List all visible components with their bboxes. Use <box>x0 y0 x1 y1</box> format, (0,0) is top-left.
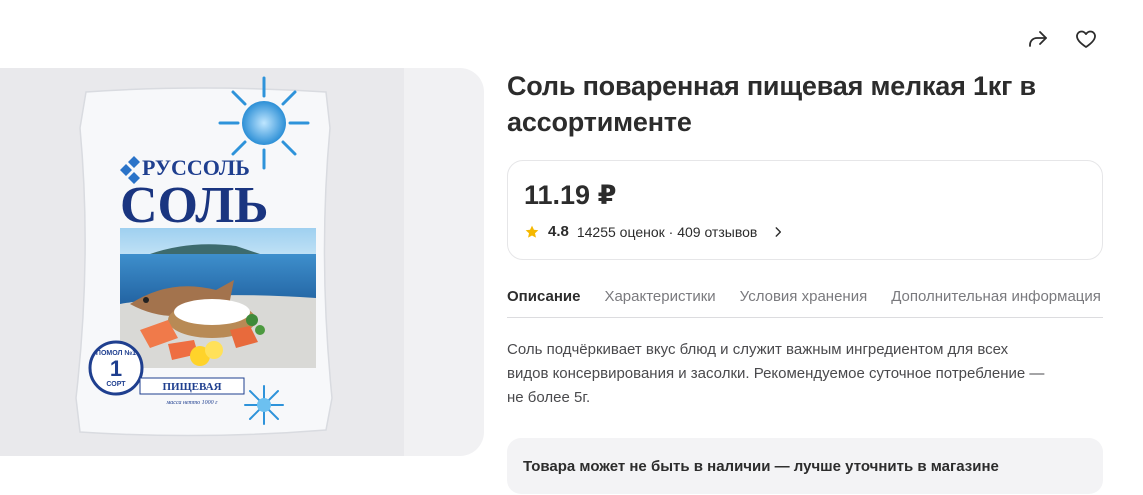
chevron-right-icon[interactable] <box>771 225 785 239</box>
description-line: видов консервирования и засолки. Рекомен… <box>507 365 1045 382</box>
product-gallery[interactable]: РУССОЛЬ СОЛЬ ПОМОЛ №1 1 СОРТ ПИЩЕВАЯ мас… <box>0 68 484 456</box>
rating-reviews-count[interactable]: 14255 оценок · 409 отзывов <box>577 224 757 240</box>
price-card: 11.19 ₽ 4.8 14255 оценок · 409 отзывов <box>507 160 1103 260</box>
description-line: не более 5г. <box>507 389 591 406</box>
svg-text:ПИЩЕВАЯ: ПИЩЕВАЯ <box>162 381 221 393</box>
svg-text:масса нетто 1000 г: масса нетто 1000 г <box>165 400 218 406</box>
tab-description[interactable]: Описание <box>507 276 581 317</box>
svg-text:СОЛЬ: СОЛЬ <box>120 177 269 234</box>
description-line: Соль подчёркивает вкус блюд и служит важ… <box>507 341 1009 358</box>
tab-additional-info[interactable]: Дополнительная информация <box>891 276 1101 317</box>
svg-text:СОРТ: СОРТ <box>106 381 126 388</box>
share-icon[interactable] <box>1025 26 1051 52</box>
product-title-line2: ассортименте <box>507 107 692 137</box>
product-description: Соль подчёркивает вкус блюд и служит важ… <box>507 338 1103 410</box>
rating-value: 4.8 <box>548 223 569 240</box>
product-info: Соль поваренная пищевая мелкая 1кг в асс… <box>507 68 1103 494</box>
info-tabs: Описание Характеристики Условия хранения… <box>507 276 1103 318</box>
top-actions <box>1025 26 1099 52</box>
star-icon <box>525 225 539 238</box>
product-title: Соль поваренная пищевая мелкая 1кг в асс… <box>507 68 1103 140</box>
heart-icon[interactable] <box>1073 26 1099 52</box>
svg-text:1: 1 <box>110 356 122 381</box>
tab-characteristics[interactable]: Характеристики <box>604 276 715 317</box>
product-photo[interactable]: РУССОЛЬ СОЛЬ ПОМОЛ №1 1 СОРТ ПИЩЕВАЯ мас… <box>0 68 404 456</box>
tab-storage-conditions[interactable]: Условия хранения <box>740 276 868 317</box>
product-title-line1: Соль поваренная пищевая мелкая 1кг в <box>507 71 1036 101</box>
rating-row[interactable]: 4.8 14255 оценок · 409 отзывов <box>524 223 1086 240</box>
price: 11.19 ₽ <box>524 180 617 210</box>
availability-notice: Товара может не быть в наличии — лучше у… <box>507 438 1103 494</box>
product-page: РУССОЛЬ СОЛЬ ПОМОЛ №1 1 СОРТ ПИЩЕВАЯ мас… <box>0 0 1143 495</box>
